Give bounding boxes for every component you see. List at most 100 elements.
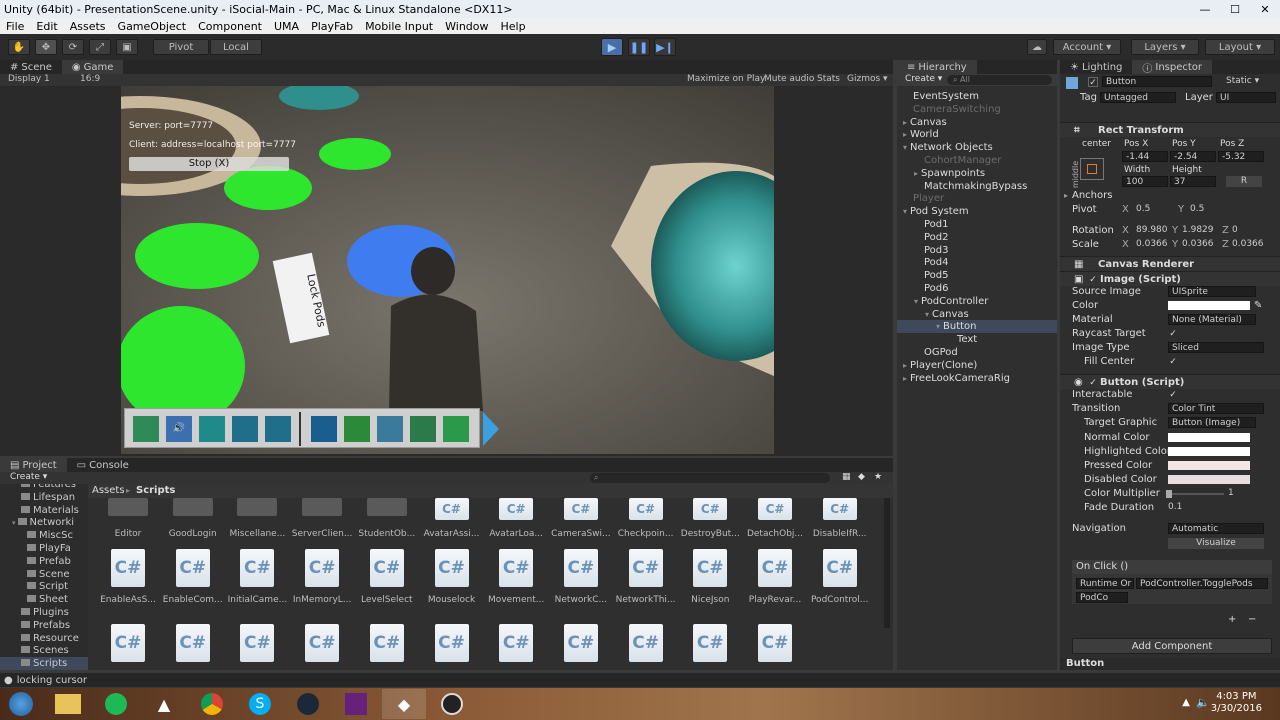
target-graphic-field[interactable]: Button (Image) bbox=[1168, 417, 1256, 428]
hierarchy-item[interactable]: MatchmakingBypass bbox=[897, 180, 1057, 193]
foldout-arrow-icon[interactable]: ▸ bbox=[903, 361, 907, 370]
foldout-arrow-icon[interactable]: ▾ bbox=[936, 322, 940, 331]
script-asset[interactable]: C# NetworkThi... bbox=[614, 549, 678, 605]
hierarchy-item[interactable]: ▸ Player(Clone) bbox=[897, 359, 1057, 372]
asset-scrollbar[interactable] bbox=[884, 498, 890, 628]
breadcrumb-assets[interactable]: Assets bbox=[92, 484, 125, 498]
foldout-arrow-icon[interactable]: ▾ bbox=[914, 297, 918, 306]
interactable-checkbox[interactable]: ✓ bbox=[1168, 390, 1178, 400]
hotbar-slot-10-icon[interactable] bbox=[443, 416, 469, 442]
start-button-icon[interactable] bbox=[0, 689, 42, 719]
project-folder-item[interactable]: Scripts bbox=[0, 657, 88, 670]
foldout-arrow-icon[interactable]: ▸ bbox=[903, 118, 907, 127]
project-folder-item[interactable]: Lifespan bbox=[0, 491, 88, 504]
visual-studio-icon[interactable] bbox=[334, 689, 378, 719]
highlighted-color-swatch[interactable] bbox=[1168, 447, 1250, 456]
disabled-color-swatch[interactable] bbox=[1168, 475, 1250, 484]
aspect-select[interactable]: 16:9 bbox=[80, 74, 100, 84]
rect-tool-icon[interactable]: ▣ bbox=[116, 39, 138, 55]
menu-mobile-input[interactable]: Mobile Input bbox=[359, 20, 439, 33]
script-asset[interactable]: C# DestroyBut... bbox=[678, 498, 742, 539]
scale-tool-icon[interactable]: ⤢ bbox=[89, 39, 111, 55]
menu-file[interactable]: File bbox=[0, 20, 30, 33]
tab-console[interactable]: ▭ Console bbox=[67, 458, 139, 472]
add-component-button[interactable]: Add Component bbox=[1072, 638, 1272, 654]
project-search-input[interactable]: ⌕ bbox=[590, 473, 830, 483]
hierarchy-item[interactable]: ▸ Spawnpoints bbox=[897, 167, 1057, 180]
hotbar-slot-3-icon[interactable] bbox=[199, 416, 225, 442]
script-asset[interactable]: C# bbox=[420, 624, 484, 662]
move-tool-icon[interactable]: ✥ bbox=[35, 39, 57, 55]
normal-color-swatch[interactable] bbox=[1168, 433, 1250, 442]
project-folder-item[interactable]: MiscSc bbox=[0, 529, 88, 542]
menu-edit[interactable]: Edit bbox=[30, 20, 63, 33]
script-asset[interactable]: C# Mouselock bbox=[420, 549, 484, 605]
step-button[interactable]: ▶❙ bbox=[654, 38, 676, 56]
stats-toggle[interactable]: Stats bbox=[817, 74, 840, 84]
raw-edit-button[interactable]: R bbox=[1226, 176, 1262, 187]
script-asset[interactable]: C# CameraSwi... bbox=[549, 498, 613, 539]
project-folder-item[interactable]: Scenes bbox=[0, 644, 88, 657]
button-script-header[interactable]: ◉ ✓ Button (Script) bbox=[1060, 374, 1280, 389]
spotify-icon[interactable] bbox=[94, 689, 138, 719]
maximize-button[interactable]: ☐ bbox=[1220, 3, 1250, 16]
tag-dropdown[interactable]: Untagged bbox=[1100, 92, 1176, 103]
script-asset[interactable]: C# PlayRevar... bbox=[743, 549, 807, 605]
script-asset[interactable]: C# bbox=[678, 624, 742, 662]
rotate-tool-icon[interactable]: ⟳ bbox=[62, 39, 84, 55]
hotbar-next-arrow-icon[interactable] bbox=[483, 412, 499, 446]
pos-z-field[interactable]: -5.32 bbox=[1218, 151, 1264, 162]
skype-icon[interactable]: S bbox=[238, 689, 282, 719]
hierarchy-item[interactable]: ▾ Pod System bbox=[897, 205, 1057, 218]
hierarchy-item[interactable]: ▾ PodController bbox=[897, 295, 1057, 308]
foldout-arrow-icon[interactable]: ▸ bbox=[903, 374, 907, 383]
script-asset[interactable]: C# bbox=[355, 624, 419, 662]
cat-app-icon[interactable]: ▲ bbox=[142, 689, 186, 719]
folder-asset[interactable]: GoodLogin bbox=[161, 498, 225, 539]
script-asset[interactable]: C# AvatarAssi... bbox=[420, 498, 484, 539]
hierarchy-item[interactable]: Player bbox=[897, 192, 1057, 205]
tab-game[interactable]: ◉ Game bbox=[61, 60, 124, 74]
taskbar-clock[interactable]: 4:03 PM 3/30/2016 bbox=[1211, 691, 1262, 715]
favorite-icon[interactable]: ★ bbox=[874, 472, 882, 482]
local-toggle[interactable]: Local bbox=[210, 39, 262, 55]
folder-asset[interactable]: Miscellane... bbox=[225, 498, 289, 539]
onclick-target-field[interactable]: PodCo bbox=[1076, 592, 1128, 603]
menu-playfab[interactable]: PlayFab bbox=[305, 20, 359, 33]
hierarchy-item[interactable]: EventSystem bbox=[897, 90, 1057, 103]
pressed-color-swatch[interactable] bbox=[1168, 461, 1250, 470]
project-folder-item[interactable]: Prefabs bbox=[0, 619, 88, 632]
hierarchy-item[interactable]: Pod5 bbox=[897, 269, 1057, 282]
stop-button[interactable]: Stop (X) bbox=[129, 157, 289, 171]
anchors-row[interactable]: ▸ Anchors bbox=[1060, 189, 1280, 203]
script-asset[interactable]: C# bbox=[549, 624, 613, 662]
script-asset[interactable]: C# AvatarLoa... bbox=[484, 498, 548, 539]
script-asset[interactable]: C# NetworkC... bbox=[549, 549, 613, 605]
source-image-field[interactable]: UISprite bbox=[1168, 286, 1256, 297]
foldout-arrow-icon[interactable]: ▾ bbox=[903, 143, 907, 152]
hierarchy-item[interactable]: Pod3 bbox=[897, 244, 1057, 257]
layout-dropdown[interactable]: Layout ▾ bbox=[1205, 39, 1275, 55]
eyedropper-icon[interactable]: ✎ bbox=[1254, 299, 1262, 313]
filter-label-icon[interactable]: ◆ bbox=[858, 472, 865, 482]
folder-asset[interactable]: ServerClien... bbox=[290, 498, 354, 539]
height-field[interactable]: 37 bbox=[1170, 176, 1216, 187]
pos-y-field[interactable]: -2.54 bbox=[1170, 151, 1216, 162]
foldout-arrow-icon[interactable]: ▸ bbox=[903, 130, 907, 139]
layer-dropdown[interactable]: UI bbox=[1216, 92, 1276, 103]
color-swatch[interactable] bbox=[1168, 301, 1250, 310]
hotbar-slot-7-icon[interactable] bbox=[344, 416, 370, 442]
script-asset[interactable]: C# EnableAsS... bbox=[96, 549, 160, 605]
hotbar-slot-9-icon[interactable] bbox=[410, 416, 436, 442]
chrome-icon[interactable] bbox=[190, 689, 234, 719]
folder-foldout-icon[interactable]: ▾ bbox=[12, 519, 16, 527]
menu-window[interactable]: Window bbox=[439, 20, 494, 33]
project-folder-item[interactable]: ▾ Networki bbox=[0, 516, 88, 529]
tab-inspector[interactable]: ⓘ Inspector bbox=[1132, 60, 1213, 75]
transition-dropdown[interactable]: Color Tint bbox=[1168, 403, 1264, 414]
hierarchy-item[interactable]: Pod1 bbox=[897, 218, 1057, 231]
hotbar-slot-6-icon[interactable] bbox=[311, 416, 337, 442]
menu-uma[interactable]: UMA bbox=[268, 20, 305, 33]
folder-asset[interactable]: Editor bbox=[96, 498, 160, 539]
foldout-arrow-icon[interactable]: ▾ bbox=[925, 310, 929, 319]
